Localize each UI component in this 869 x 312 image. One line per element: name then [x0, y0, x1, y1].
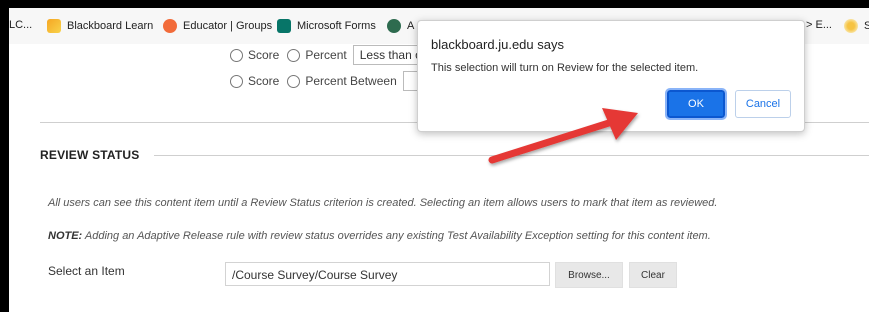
bookmark-blackboard-learn[interactable]: Blackboard Learn [47, 19, 153, 33]
review-note-text: NOTE: Adding an Adaptive Release rule wi… [48, 230, 711, 242]
note-label: NOTE: [48, 230, 83, 242]
score-label: Score [248, 74, 280, 88]
dialog-title: blackboard.ju.edu says [431, 37, 564, 52]
bookmark-educator-groups[interactable]: Educator | Groups [163, 19, 272, 33]
bookmark-label: Microsoft Forms [297, 20, 376, 32]
bookmark-a[interactable]: A [387, 19, 414, 33]
ok-button[interactable]: OK [665, 88, 727, 120]
bookmark-truncated[interactable]: LC... [9, 19, 32, 31]
educator-icon [163, 19, 177, 33]
select-item-label: Select an Item [48, 264, 125, 278]
review-info-text: All users can see this content item unti… [48, 197, 718, 209]
annotation-arrow-icon [488, 108, 638, 164]
bookmark-label: A [407, 20, 415, 32]
criteria-row-2: Score Percent Between [230, 71, 437, 91]
score-label: Score [248, 48, 280, 62]
browser-window: LC... Blackboard Learn Educator | Groups… [0, 0, 869, 312]
blackboard-icon [47, 19, 61, 33]
bookmark-e[interactable]: > E... [806, 19, 832, 31]
bookmark-label: Blackboard Learn [67, 20, 154, 32]
bookmark-s[interactable]: S [844, 19, 869, 33]
bookmark-label: LC... [9, 19, 33, 31]
cancel-button[interactable]: Cancel [735, 90, 791, 118]
browse-button[interactable]: Browse... [555, 262, 623, 288]
bookmark-microsoft-forms[interactable]: Microsoft Forms [277, 19, 376, 33]
globe-icon [387, 19, 401, 33]
forms-icon [277, 19, 291, 33]
bookmark-label: S [864, 20, 869, 32]
note-body: Adding an Adaptive Release rule with rev… [82, 230, 711, 242]
top-frame-border [0, 0, 869, 8]
percent-radio[interactable] [287, 74, 301, 88]
score-radio[interactable] [230, 74, 243, 88]
percent-label: Percent [305, 48, 347, 62]
bookmark-label: Educator | Groups [183, 20, 273, 32]
clear-button[interactable]: Clear [629, 262, 677, 288]
bookmark-label: > E... [806, 19, 832, 31]
criteria-row-1: Score Percent Less than or [230, 45, 433, 65]
dialog-message: This selection will turn on Review for t… [431, 62, 699, 74]
score-radio[interactable] [230, 48, 243, 62]
sun-icon [844, 19, 858, 33]
percent-radio[interactable] [287, 48, 301, 62]
review-status-heading: REVIEW STATUS [40, 148, 140, 162]
left-frame-border [0, 0, 9, 312]
percent-between-label: Percent Between [305, 74, 397, 88]
item-path-field[interactable]: /Course Survey/Course Survey [225, 262, 550, 286]
